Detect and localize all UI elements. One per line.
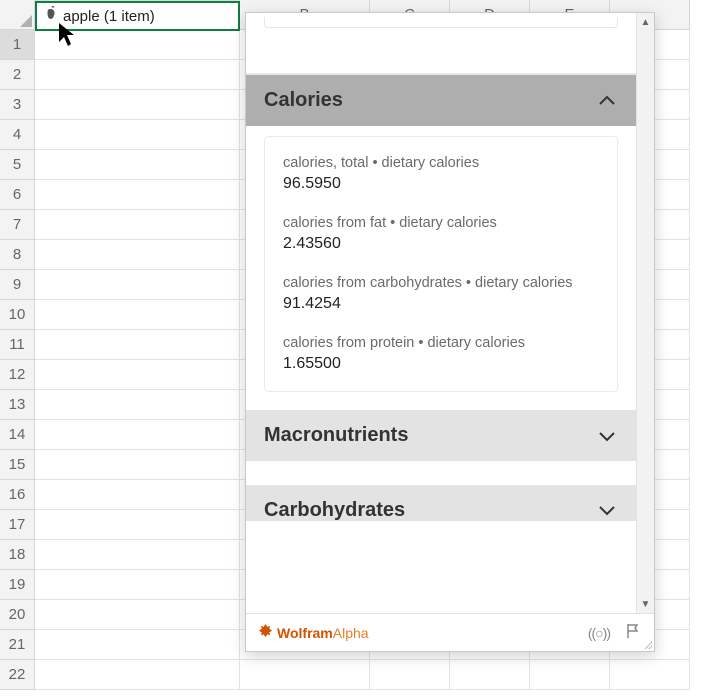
scroll-down-button[interactable]: ▼ [637,595,655,613]
row-header[interactable]: 7 [0,210,35,240]
cell[interactable] [35,420,240,450]
row-header[interactable]: 4 [0,120,35,150]
row-header[interactable]: 1 [0,30,35,60]
cell[interactable] [35,150,240,180]
row-header[interactable]: 11 [0,330,35,360]
row-header[interactable]: 17 [0,510,35,540]
cell[interactable] [530,660,610,690]
active-cell[interactable]: apple (1 item) [35,1,240,31]
attribution-wolfram[interactable]: WolframAlpha [258,624,369,642]
cell[interactable] [35,360,240,390]
cell[interactable] [35,510,240,540]
flag-icon[interactable] [624,622,642,643]
fact-label: calories, total • dietary calories [283,155,599,171]
row-header[interactable]: 21 [0,630,35,660]
section-title: Calories [264,89,343,112]
section-header-macronutrients[interactable]: Macronutrients [246,410,636,461]
cell[interactable] [35,120,240,150]
cell-A1[interactable] [35,30,240,60]
cell[interactable] [35,210,240,240]
cell[interactable] [35,630,240,660]
section-title: Macronutrients [264,424,408,447]
datatype-icon [43,6,63,26]
row-header[interactable]: 9 [0,270,35,300]
cell[interactable] [35,660,240,690]
row-header[interactable]: 3 [0,90,35,120]
row-header[interactable]: 22 [0,660,35,690]
row-header[interactable]: 6 [0,180,35,210]
row-header[interactable]: 18 [0,540,35,570]
row-header[interactable]: 20 [0,600,35,630]
attribution-text: WolframAlpha [277,625,369,641]
cell[interactable] [35,90,240,120]
section-header-calories[interactable]: Calories [246,75,636,126]
row-header[interactable]: 2 [0,60,35,90]
fact-label: calories from carbohydrates • dietary ca… [283,275,599,291]
cell[interactable] [35,330,240,360]
panel-footer: WolframAlpha ((○)) [246,613,654,651]
fact-row[interactable]: calories from protein • dietary calories… [283,335,599,373]
fact-label: calories from protein • dietary calories [283,335,599,351]
cell[interactable] [35,300,240,330]
section-title: Carbohydrates [264,499,405,522]
data-card-panel: ▲ ▼ Calories calories, total • dietary c… [245,12,655,652]
row-header[interactable]: 13 [0,390,35,420]
cell[interactable] [610,660,690,690]
fact-label: calories from fat • dietary calories [283,215,599,231]
row-header[interactable]: 5 [0,150,35,180]
cell[interactable] [450,660,530,690]
scroll-up-button[interactable]: ▲ [637,13,655,31]
chevron-down-icon [596,425,618,447]
cell[interactable] [35,540,240,570]
cell[interactable] [35,570,240,600]
fact-value: 91.4254 [283,295,599,313]
cell[interactable] [35,240,240,270]
cell[interactable] [35,60,240,90]
chevron-down-icon [596,499,618,521]
row-header[interactable]: 10 [0,300,35,330]
resize-grip-icon[interactable] [644,641,652,649]
wolfram-logo-icon [258,624,273,642]
fact-row[interactable]: calories from carbohydrates • dietary ca… [283,275,599,313]
row-header[interactable]: 15 [0,450,35,480]
fact-row[interactable]: calories, total • dietary calories 96.59… [283,155,599,193]
fact-value: 2.43560 [283,235,599,253]
cell[interactable] [370,660,450,690]
row-header[interactable]: 12 [0,360,35,390]
row-header[interactable]: 19 [0,570,35,600]
cell[interactable] [35,270,240,300]
fact-value: 1.65500 [283,355,599,373]
cell[interactable] [35,450,240,480]
previous-section-edge [246,13,636,75]
calories-card: calories, total • dietary calories 96.59… [264,136,618,392]
section-header-carbohydrates[interactable]: Carbohydrates [246,485,636,521]
cell[interactable] [35,600,240,630]
signal-icon[interactable]: ((○)) [588,625,610,641]
active-cell-text: apple (1 item) [63,8,155,25]
chevron-up-icon [596,90,618,112]
fact-value: 96.5950 [283,175,599,193]
fact-row[interactable]: calories from fat • dietary calories 2.4… [283,215,599,253]
cell[interactable] [35,480,240,510]
cell[interactable] [35,390,240,420]
row-header[interactable]: 16 [0,480,35,510]
row-header[interactable]: 8 [0,240,35,270]
cell[interactable] [35,180,240,210]
select-all-corner[interactable] [0,0,35,30]
row-header[interactable]: 14 [0,420,35,450]
cell[interactable] [240,660,370,690]
panel-scrollbar[interactable]: ▲ ▼ [636,13,654,613]
